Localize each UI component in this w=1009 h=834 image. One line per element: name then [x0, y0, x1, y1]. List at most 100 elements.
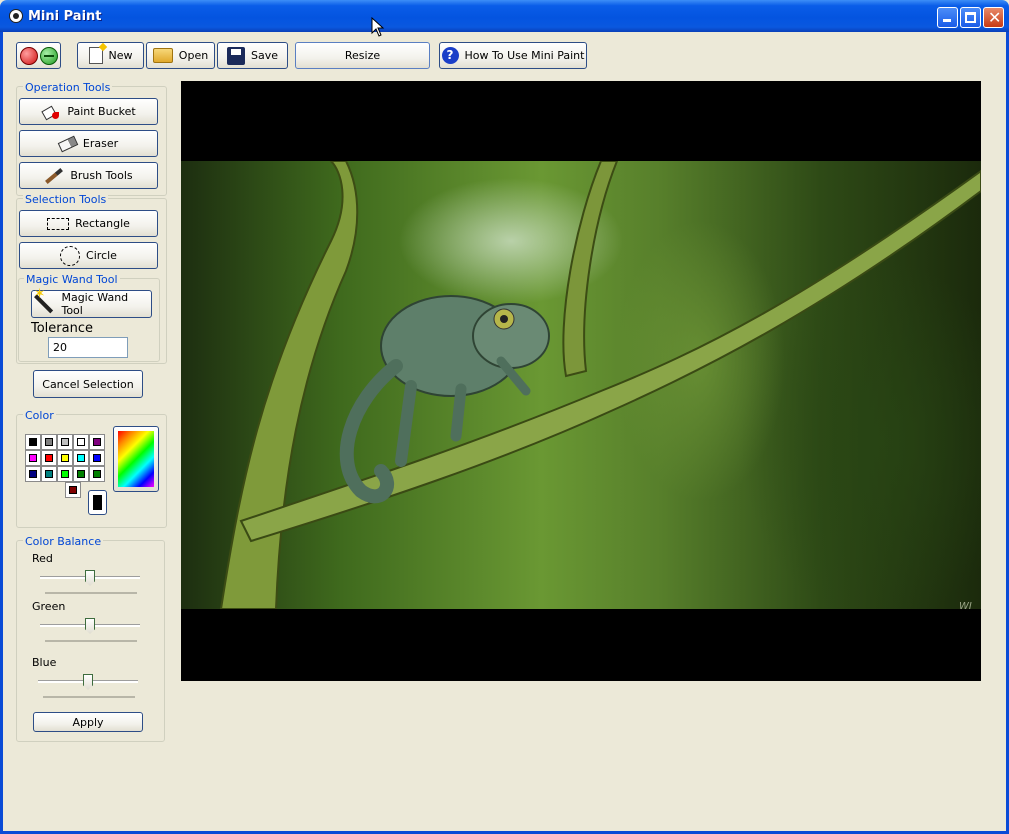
maximize-icon [965, 12, 976, 23]
save-label: Save [250, 49, 278, 62]
blue-slider-ticks [43, 696, 135, 698]
color-spectrum-icon [118, 431, 154, 487]
palette-swatch[interactable] [57, 450, 73, 466]
green-label: Green [32, 600, 66, 613]
palette-swatch[interactable] [89, 466, 105, 482]
app-icon[interactable] [9, 9, 23, 23]
color-spectrum-button[interactable] [113, 426, 159, 492]
rectangle-select-icon [47, 217, 70, 230]
palette-swatch-color [29, 454, 37, 462]
paint-bucket-button[interactable]: Paint Bucket [19, 98, 158, 125]
new-button[interactable]: New [77, 42, 144, 69]
open-label: Open [178, 49, 209, 62]
magic-wand-header: Magic Wand Tool [24, 273, 120, 286]
title-bar[interactable]: Mini Paint ✕ [0, 0, 1009, 32]
palette-swatch-color [69, 486, 77, 494]
palette-swatch-color [93, 438, 101, 446]
palette-swatch[interactable] [73, 466, 89, 482]
palette-swatch[interactable] [89, 434, 105, 450]
palette-swatch[interactable] [89, 450, 105, 466]
palette-swatch-color [77, 470, 85, 478]
resize-label: Resize [344, 49, 381, 62]
new-label: New [108, 49, 133, 62]
palette-swatch[interactable] [41, 434, 57, 450]
circle-select-icon [60, 245, 81, 266]
current-color-button[interactable] [88, 490, 107, 515]
palette-swatch-color [29, 470, 37, 478]
close-open-image-button[interactable] [16, 42, 61, 69]
palette-swatch-color [29, 438, 37, 446]
brush-icon [45, 167, 64, 184]
minimize-icon [943, 19, 951, 22]
how-to-use-button[interactable]: ? How To Use Mini Paint [439, 42, 587, 69]
tolerance-label: Tolerance [31, 321, 93, 336]
red-slider-ticks [45, 592, 137, 594]
new-file-icon [88, 47, 103, 64]
eraser-icon [57, 135, 79, 152]
mouse-pointer-icon [371, 17, 385, 37]
palette-swatch-color [61, 438, 69, 446]
close-image-icon [19, 46, 38, 65]
palette-swatch[interactable] [57, 466, 73, 482]
red-label: Red [32, 552, 53, 565]
close-window-button[interactable]: ✕ [983, 7, 1004, 28]
apply-label: Apply [72, 715, 104, 729]
palette-swatch[interactable] [41, 466, 57, 482]
selection-tools-header: Selection Tools [23, 193, 109, 206]
save-disk-icon [226, 46, 245, 65]
palette-swatch[interactable] [73, 450, 89, 466]
palette-swatch-color [77, 454, 85, 462]
palette-swatch[interactable] [65, 482, 81, 498]
rectangle-button[interactable]: Rectangle [19, 210, 158, 237]
paint-bucket-label: Paint Bucket [67, 105, 136, 118]
palette-swatch-color [45, 470, 53, 478]
color-balance-header: Color Balance [23, 535, 104, 548]
image-canvas[interactable]: WJ [181, 81, 981, 681]
palette-swatch[interactable] [41, 450, 57, 466]
palette-swatch-color [61, 470, 69, 478]
scene-drawing [219, 161, 981, 609]
open-icon [39, 46, 58, 65]
palette-swatch-color [93, 470, 101, 478]
image-watermark: WJ [959, 601, 972, 609]
window-title: Mini Paint [28, 9, 102, 24]
magic-wand-button[interactable]: Magic Wand Tool [31, 290, 152, 318]
palette-swatch[interactable] [57, 434, 73, 450]
palette-swatch-color [45, 438, 53, 446]
palette-swatch[interactable] [25, 466, 41, 482]
circle-button[interactable]: Circle [19, 242, 158, 269]
paint-bucket-icon [41, 104, 61, 120]
palette-swatch-color [77, 438, 85, 446]
brush-tools-button[interactable]: Brush Tools [19, 162, 158, 189]
palette-swatch-color [61, 454, 69, 462]
green-slider-ticks [45, 640, 137, 642]
maximize-button[interactable] [960, 7, 981, 28]
palette-swatch-color [45, 454, 53, 462]
window-border-left [0, 32, 3, 834]
close-icon: ✕ [988, 8, 1002, 27]
palette-swatch[interactable] [25, 434, 41, 450]
magic-wand-label: Magic Wand Tool [61, 291, 129, 317]
cancel-selection-button[interactable]: Cancel Selection [33, 370, 143, 398]
open-button[interactable]: Open [146, 42, 215, 69]
help-icon: ? [441, 47, 459, 64]
brush-tools-label: Brush Tools [70, 169, 133, 182]
operation-tools-header: Operation Tools [23, 81, 113, 94]
blue-label: Blue [32, 656, 57, 669]
save-button[interactable]: Save [217, 42, 288, 69]
tolerance-input[interactable]: 20 [48, 337, 128, 358]
color-header: Color [23, 409, 56, 422]
eraser-label: Eraser [82, 137, 119, 150]
minimize-button[interactable] [937, 7, 958, 28]
resize-button[interactable]: Resize [295, 42, 430, 69]
palette-swatch[interactable] [73, 434, 89, 450]
palette-swatch[interactable] [25, 450, 41, 466]
magic-wand-icon [34, 294, 54, 314]
chameleon-photo: WJ [181, 161, 981, 609]
palette-swatch-color [93, 454, 101, 462]
rectangle-label: Rectangle [75, 217, 130, 230]
apply-button[interactable]: Apply [33, 712, 143, 732]
eraser-button[interactable]: Eraser [19, 130, 158, 157]
circle-label: Circle [86, 249, 117, 262]
current-color-swatch [93, 495, 102, 510]
